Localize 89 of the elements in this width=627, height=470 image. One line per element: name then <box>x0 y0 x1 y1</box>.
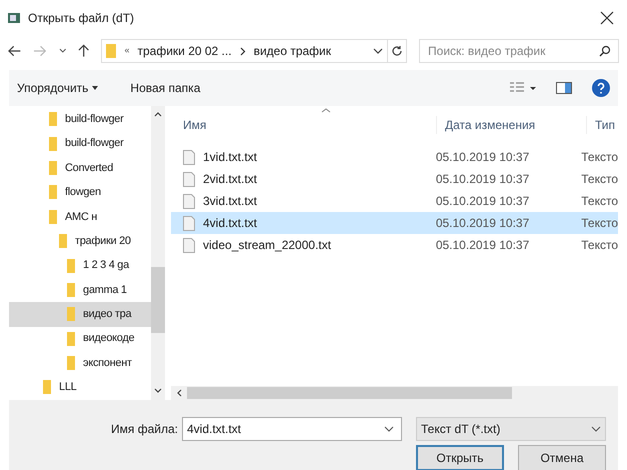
help-icon[interactable] <box>592 79 610 97</box>
folder-icon <box>67 307 75 322</box>
tree-item[interactable]: gamma 1 <box>9 278 151 302</box>
type-cell-text: Тексто <box>580 171 618 188</box>
scrollbar-thumb[interactable] <box>187 387 512 399</box>
file-icon <box>183 238 195 252</box>
folder-icon <box>67 282 75 297</box>
dropdown-arrow-icon <box>92 86 98 90</box>
breadcrumb-item[interactable]: видео трафик <box>254 42 331 60</box>
open-button[interactable]: Открыть <box>416 445 504 470</box>
tree-item[interactable]: трафики 20 <box>9 228 151 254</box>
back-icon[interactable] <box>8 45 22 57</box>
folder-icon <box>49 136 57 151</box>
chevron-down-icon[interactable] <box>373 48 384 54</box>
column-header[interactable]: Имя <box>171 116 436 134</box>
scroll-down-icon[interactable] <box>154 388 162 394</box>
view-options-icon[interactable] <box>510 82 536 94</box>
tree-item[interactable]: видеокоде <box>9 326 151 351</box>
tree-item[interactable]: LLL <box>9 375 151 400</box>
file-row[interactable]: 1vid.txt.txt 05.10.2019 10:37 Тексто <box>171 146 618 168</box>
close-icon <box>600 11 614 25</box>
tree-item[interactable]: экспонент <box>9 350 151 376</box>
type-cell-text: Тексто <box>580 193 618 210</box>
search-icon <box>599 45 612 57</box>
search-field[interactable]: Поиск: видео трафик <box>419 39 620 63</box>
type-cell-text: Тексто <box>580 215 618 232</box>
date-cell-text: 05.10.2019 10:37 <box>434 171 530 188</box>
type-cell-text: Тексто <box>580 237 618 254</box>
chevron-right-icon <box>240 46 246 56</box>
breadcrumb-item[interactable]: трафики 20 02 ... <box>137 42 232 60</box>
file-row[interactable]: 3vid.txt.txt 05.10.2019 10:37 Тексто <box>171 190 618 212</box>
file-name: 4vid.txt.txt <box>203 215 258 232</box>
cancel-button[interactable]: Отмена <box>518 445 606 470</box>
organize-button[interactable]: Упорядочить <box>17 79 98 97</box>
chevron-down-icon[interactable] <box>58 48 66 54</box>
folder-icon <box>49 112 57 126</box>
column-header[interactable]: Дата изменения <box>436 116 586 134</box>
scrollbar[interactable] <box>151 106 165 400</box>
tree-item[interactable]: build-flowger <box>9 131 151 156</box>
folder-icon <box>67 356 75 370</box>
folder-icon <box>49 185 57 200</box>
tree-item[interactable]: Converted <box>9 156 151 180</box>
up-icon[interactable] <box>78 44 90 58</box>
scrollbar-thumb[interactable] <box>151 267 165 333</box>
refresh-button[interactable] <box>388 39 408 63</box>
filename-field[interactable]: 4vid.txt.txt <box>182 417 402 441</box>
file-icon <box>183 172 195 186</box>
type-cell-text: Тексто <box>580 149 618 166</box>
date-cell-text: 05.10.2019 10:37 <box>434 193 530 210</box>
window-title: Открыть файл (dT) <box>28 10 134 27</box>
file-row[interactable]: 4vid.txt.txt 05.10.2019 10:37 Тексто <box>171 212 618 234</box>
folder-icon <box>43 380 51 394</box>
chevron-down-icon <box>591 426 601 432</box>
folder-icon <box>59 234 67 248</box>
tree-item[interactable]: build-flowger <box>9 107 151 132</box>
file-type-dropdown[interactable]: Текст dT (*.txt) <box>416 417 606 441</box>
tree-item[interactable]: 1 2 3 4 ga <box>9 253 151 278</box>
file-icon <box>183 150 195 164</box>
scroll-up-icon[interactable] <box>154 111 162 117</box>
file-icon <box>183 194 195 208</box>
date-cell-text: 05.10.2019 10:37 <box>434 215 530 232</box>
file-row[interactable]: video_stream_22000.txt 05.10.2019 10:37 Тексто <box>171 234 618 256</box>
folder-icon <box>67 332 75 346</box>
app-icon <box>8 12 20 24</box>
file-name: 2vid.txt.txt <box>203 171 258 188</box>
file-name: 3vid.txt.txt <box>203 193 258 210</box>
file-name: video_stream_22000.txt <box>203 237 332 254</box>
address-bar[interactable]: « трафики 20 02 ... видео трафик <box>101 39 388 63</box>
file-name: 1vid.txt.txt <box>203 149 258 166</box>
file-row[interactable]: 2vid.txt.txt 05.10.2019 10:37 Тексто <box>171 168 618 190</box>
folder-icon <box>49 210 57 224</box>
tree-item[interactable]: видео тра <box>9 302 151 327</box>
scroll-left-icon[interactable] <box>176 389 182 397</box>
new-folder-button[interactable]: Новая папка <box>130 79 200 97</box>
folder-icon <box>49 160 57 175</box>
tree-item[interactable]: AMC н <box>9 204 151 229</box>
column-header[interactable]: Тип <box>586 116 616 134</box>
tree-item[interactable]: flowgen <box>9 180 151 205</box>
date-cell-text: 05.10.2019 10:37 <box>434 237 530 254</box>
preview-pane-icon[interactable] <box>556 82 572 94</box>
file-icon <box>183 216 195 230</box>
horizontal-scrollbar[interactable] <box>171 386 618 400</box>
date-cell-text: 05.10.2019 10:37 <box>434 149 530 166</box>
filename-label: Имя файла: <box>111 421 178 438</box>
refresh-icon <box>391 45 404 57</box>
folder-icon <box>106 44 116 58</box>
chevron-down-icon[interactable] <box>384 426 394 433</box>
folder-icon <box>67 258 75 273</box>
overflow-mark[interactable]: « <box>124 44 130 58</box>
